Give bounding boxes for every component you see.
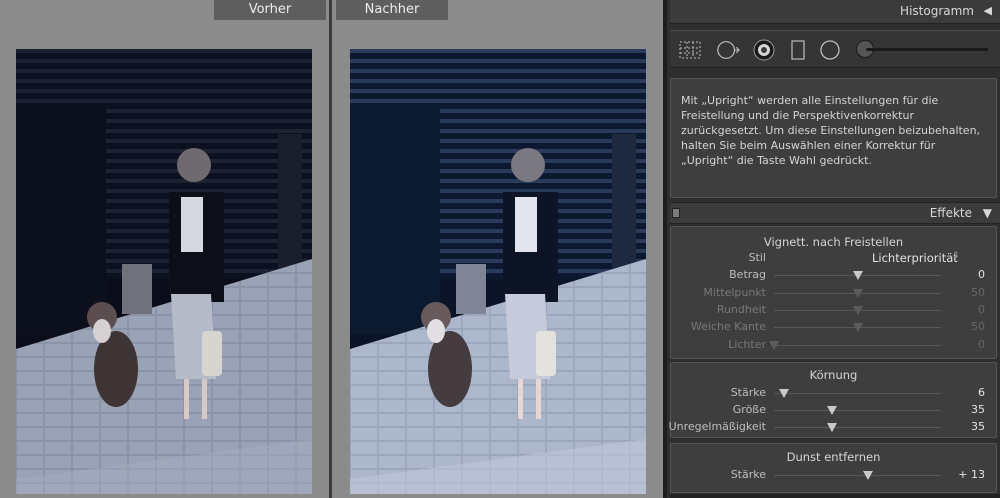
compare-view: Vorher Nachher — [0, 0, 663, 498]
slider-label: Stärke — [730, 468, 766, 481]
slider-row[interactable]: Unregelmäßigkeit 35 — [668, 420, 998, 436]
slider-thumb[interactable] — [779, 389, 790, 398]
graduated-filter-icon[interactable] — [786, 39, 810, 61]
compare-divider[interactable] — [329, 0, 332, 498]
slider-row[interactable]: Rundheit 0 — [671, 303, 998, 319]
tool-strip — [670, 30, 1000, 68]
vignette-group: Vignett. nach Freistellen Stil Lichterpr… — [670, 226, 997, 359]
slider-row[interactable]: Größe 35 — [671, 403, 998, 419]
triangle-down-icon[interactable]: ▼ — [983, 206, 992, 220]
vignette-style-row[interactable]: Stil Lichterpriorität ⇕ — [671, 251, 998, 267]
slider-row[interactable]: Mittelpunkt 50 — [671, 286, 998, 302]
slider-value[interactable]: 50 — [971, 286, 985, 299]
slider-track[interactable] — [774, 427, 941, 428]
slider-row[interactable]: Stärke + 13 — [671, 468, 998, 484]
slider-label: Rundheit — [716, 303, 766, 316]
slider-value[interactable]: 0 — [978, 303, 985, 316]
tool-slider-track[interactable] — [866, 48, 988, 51]
slider-label: Mittelpunkt — [703, 286, 766, 299]
after-photo — [350, 49, 646, 494]
slider-track[interactable] — [774, 393, 941, 394]
slider-value[interactable]: 0 — [978, 268, 985, 281]
slider-value[interactable]: 35 — [971, 420, 985, 433]
slider-thumb[interactable] — [852, 271, 863, 280]
slider-thumb[interactable] — [769, 341, 779, 350]
slider-label: Unregelmäßigkeit — [668, 420, 766, 433]
style-label: Stil — [748, 251, 766, 264]
slider-thumb[interactable] — [852, 289, 863, 298]
slider-thumb[interactable] — [827, 423, 838, 432]
slider-track[interactable] — [774, 410, 941, 411]
slider-value[interactable]: + 13 — [958, 468, 985, 481]
select-caret-icon[interactable]: ⇕ — [952, 251, 960, 261]
style-select[interactable]: Lichterpriorität — [872, 251, 958, 265]
before-photo — [16, 49, 312, 494]
slider-thumb[interactable] — [852, 323, 863, 332]
slider-label: Weiche Kante — [690, 320, 766, 333]
dehaze-title: Dunst entfernen — [786, 450, 881, 464]
slider-value[interactable]: 35 — [971, 403, 985, 416]
slider-row[interactable]: Weiche Kante 50 — [671, 320, 998, 336]
panel-edge — [663, 0, 667, 498]
spot-removal-icon[interactable] — [716, 39, 740, 61]
slider-track[interactable] — [774, 345, 941, 346]
slider-row[interactable]: Stärke 6 — [671, 386, 998, 402]
panel-toggle-switch[interactable] — [672, 208, 680, 218]
before-label: Vorher — [214, 0, 326, 20]
slider-thumb[interactable] — [852, 306, 863, 315]
slider-value[interactable]: 50 — [971, 320, 985, 333]
upright-info-text: Mit „Upright“ werden alle Einstellungen … — [681, 94, 981, 167]
panel-bottom-edge — [670, 494, 1000, 498]
slider-value[interactable]: 0 — [978, 338, 985, 351]
effects-header[interactable]: Effekte ▼ — [670, 202, 1000, 224]
slider-value[interactable]: 6 — [978, 386, 985, 399]
slider-label: Größe — [732, 403, 766, 416]
triangle-left-icon[interactable]: ◀ — [984, 4, 992, 17]
histogram-header[interactable]: Histogramm ◀ — [670, 0, 1000, 24]
slider-thumb[interactable] — [827, 406, 838, 415]
vignette-title: Vignett. nach Freistellen — [763, 235, 904, 249]
crop-grid-icon[interactable] — [678, 39, 702, 61]
after-label: Nachher — [336, 0, 448, 20]
slider-thumb[interactable] — [863, 471, 874, 480]
slider-track[interactable] — [774, 475, 941, 476]
grain-group: Körnung Stärke 6 Größe 35 Unregelmäßigke… — [668, 362, 998, 438]
slider-row[interactable]: Betrag 0 — [671, 268, 998, 284]
slider-label: Stärke — [730, 386, 766, 399]
grain-title: Körnung — [809, 368, 858, 382]
effects-title: Effekte — [929, 206, 972, 220]
histogram-title: Histogramm — [900, 4, 974, 18]
slider-label: Betrag — [729, 268, 766, 281]
slider-label: Lichter — [728, 338, 766, 351]
red-eye-icon[interactable] — [752, 39, 776, 61]
radial-filter-icon[interactable] — [818, 39, 842, 61]
dehaze-group: Dunst entfernen Stärke + 13 — [670, 443, 997, 493]
upright-info-box: Mit „Upright“ werden alle Einstellungen … — [670, 78, 997, 198]
slider-row[interactable]: Lichter 0 — [671, 338, 998, 354]
